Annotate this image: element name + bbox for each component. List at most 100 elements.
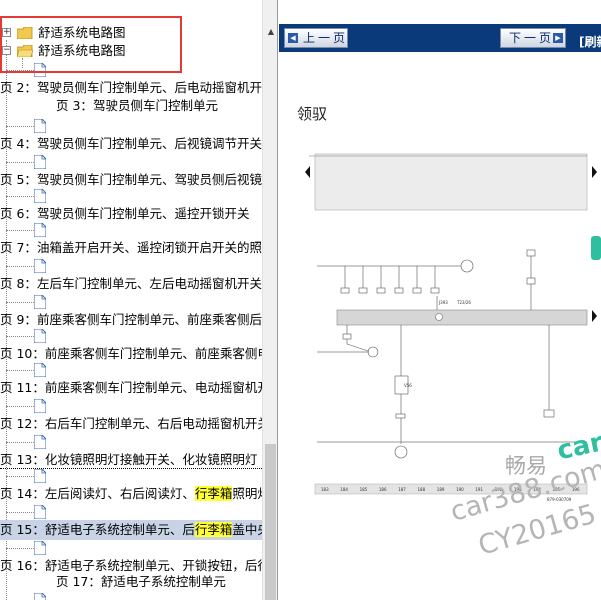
tree-page-label: 页 17：舒适电子系统控制单元: [56, 572, 226, 592]
page-toolbar: ◀ 上一页 下一页 ▶ [刷新: [279, 24, 601, 52]
tree-page-node[interactable]: [0, 256, 60, 276]
tree-page-text: 前座乘客侧车门控制单元、前座乘客侧后视镜: [36, 312, 262, 327]
page-icon: [34, 593, 46, 600]
page-icon: [34, 435, 46, 449]
circuit-diagram: J393 T23/26 V56 183 184 185 186 187 188 …: [305, 153, 597, 502]
tree-page-text: 照明灯: [232, 486, 262, 501]
page-icon: [34, 155, 46, 169]
tree-page-label: 页 14：左后阅读灯、右后阅读灯、行李箱照明灯: [0, 484, 262, 504]
tree-page-node[interactable]: [0, 220, 60, 240]
tree-page-prefix: 页 3：: [56, 98, 93, 113]
tree-page-item[interactable]: 页 3：驾驶员侧车门控制单元: [0, 96, 262, 116]
tree-page-node[interactable]: [0, 396, 60, 416]
page-icon: [34, 399, 46, 413]
page-number-label: 190: [456, 487, 464, 492]
tree-page-text: 舒适电子系统控制单元、后: [44, 522, 195, 537]
tree-page-node[interactable]: [0, 360, 60, 380]
doc-code: 879-030709: [547, 497, 572, 502]
page-icon: [34, 505, 46, 519]
page-icon: [34, 363, 46, 377]
page-icon: [34, 119, 46, 133]
tree-page-prefix: 页 16：: [0, 558, 45, 573]
tree-page-node[interactable]: [0, 292, 60, 312]
tree-page-node[interactable]: [0, 116, 60, 136]
tree-page-item[interactable]: 页 17：舒适电子系统控制单元: [0, 572, 262, 592]
tree-page-item[interactable]: 页 12：右后车门控制单元、右后电动摇窗机开关: [0, 414, 262, 434]
tree-page-item[interactable]: 页 2：驾驶员侧车门控制单元、后电动摇窗机开关: [0, 78, 262, 98]
page-number-label: 194: [533, 487, 541, 492]
tree-page-prefix: 页 7：: [0, 240, 37, 255]
tree-page-prefix: 页 13：: [0, 452, 45, 467]
diagram-left-arrow-icon[interactable]: [305, 166, 310, 178]
tree-content: + 舒适系统电路图 − 舒适系统电路图 页 2：驾驶员侧车门控制单元、后电动摇窗…: [0, 0, 262, 600]
tree-page-item[interactable]: 页 14：左后阅读灯、右后阅读灯、行李箱照明灯: [0, 484, 262, 504]
tree-page-prefix: 页 6：: [0, 206, 37, 221]
tree-page-item[interactable]: 页 4：驾驶员侧车门控制单元、后视镜调节开关: [0, 134, 262, 154]
page-number-label: 188: [418, 487, 426, 492]
tree-page-label: 页 7：油箱盖开启开关、遥控闭锁开启开关的照明: [0, 238, 262, 258]
control-unit-bar: [336, 309, 588, 326]
diagram-right-arrow-icon[interactable]: [592, 166, 597, 178]
tree-page-prefix: 页 17：: [56, 574, 101, 589]
tree-page-node[interactable]: [0, 326, 60, 346]
tree-page-prefix: 页 5：: [0, 172, 37, 187]
page-icon: [34, 259, 46, 273]
tree-page-node[interactable]: [0, 538, 60, 558]
page-number-label: 186: [379, 487, 387, 492]
diagram-connector-label: T23/26: [456, 300, 471, 305]
tree-page-prefix: 页 11：: [0, 380, 45, 395]
tree-page-text: 左后车门控制单元、左后电动摇窗机开关: [36, 276, 262, 291]
tree-page-item[interactable]: 页 8：左后车门控制单元、左后电动摇窗机开关: [0, 274, 262, 294]
search-highlight: 行李箱: [194, 522, 233, 537]
tree-page-label: 页 3：驾驶员侧车门控制单元: [56, 96, 218, 116]
tree-page-label: 页 4：驾驶员侧车门控制单元、后视镜调节开关: [0, 134, 262, 154]
tree-page-item[interactable]: 页 7：油箱盖开启开关、遥控闭锁开启开关的照明: [0, 238, 262, 258]
app-window: + 舒适系统电路图 − 舒适系统电路图 页 2：驾驶员侧车门控制单元、后电动摇窗…: [0, 0, 601, 600]
tree-page-node[interactable]: [0, 186, 60, 206]
tree-page-text: 右后车门控制单元、右后电动摇窗机开关: [44, 416, 262, 431]
prev-page-label: 上一页: [303, 31, 349, 45]
tree-page-prefix: 页 9：: [0, 312, 37, 327]
tree-page-label: 页 11：前座乘客侧车门控制单元、电动摇窗机开关: [0, 378, 262, 398]
scroll-thumb[interactable]: [265, 444, 276, 600]
tree-page-item[interactable]: 页 15：舒适电子系统控制单元、后行李箱盖中央门锁: [0, 520, 262, 540]
page-number-label: 196: [572, 487, 580, 492]
diagram-right-arrow-icon[interactable]: [592, 310, 597, 322]
tree-page-prefix: 页 12：: [0, 416, 45, 431]
page-number-label: 184: [340, 487, 348, 492]
tree-scrollbar[interactable]: ▲: [262, 0, 277, 600]
prev-page-button[interactable]: ◀ 上一页: [284, 28, 348, 48]
next-page-button[interactable]: 下一页 ▶: [500, 28, 566, 48]
tree-page-text: 驾驶员侧车门控制单元、后电动摇窗机开关: [36, 80, 262, 95]
refresh-button[interactable]: [刷新: [579, 33, 601, 50]
tree-page-prefix: 页 8：: [0, 276, 37, 291]
tree-page-prefix: 页 4：: [0, 136, 37, 151]
tree-page-label: 页 8：左后车门控制单元、左后电动摇窗机开关: [0, 274, 262, 294]
tree-page-text: 驾驶员侧车门控制单元、遥控开锁开关: [36, 206, 250, 221]
page-icon: [34, 223, 46, 237]
page-number-label: 192: [495, 487, 503, 492]
tree-page-text: 驾驶员侧车门控制单元、驾驶员侧后视镜: [36, 172, 262, 187]
tree-page-label: 页 12：右后车门控制单元、右后电动摇窗机开关: [0, 414, 262, 434]
tree-page-text: 驾驶员侧车门控制单元: [92, 98, 218, 113]
scroll-up-icon[interactable]: ▲: [263, 24, 277, 40]
tree-page-node[interactable]: [0, 502, 60, 522]
tree-page-item[interactable]: 页 11：前座乘客侧车门控制单元、电动摇窗机开关: [0, 378, 262, 398]
tree-page-node[interactable]: [0, 432, 60, 452]
tree-page-node[interactable]: [0, 466, 60, 486]
page-icon: [34, 189, 46, 203]
tree-page-text: 舒适电子系统控制单元、开锁按钮，后行李箱: [44, 558, 262, 573]
tree-page-text: 前座乘客侧车门控制单元、电动摇窗机开关: [44, 380, 262, 395]
page-number-label: 191: [475, 487, 483, 492]
tree-page-prefix: 页 15：: [0, 522, 45, 537]
tree-page-prefix: 页 14：: [0, 486, 45, 501]
watermark-id: CY20165: [475, 498, 600, 562]
next-page-label: 下一页: [509, 31, 555, 45]
tree-page-label: 页 15：舒适电子系统控制单元、后行李箱盖中央门锁: [0, 520, 262, 540]
page-icon: [34, 541, 46, 555]
tree-page-prefix: 页 2：: [0, 80, 37, 95]
tree-page-text: 化妆镜照明灯接触开关、化妆镜照明灯: [44, 452, 258, 467]
diagram-ref-label: J393: [438, 300, 448, 305]
diagram-top-band: [314, 153, 588, 211]
tree-page-node[interactable]: [0, 152, 60, 172]
